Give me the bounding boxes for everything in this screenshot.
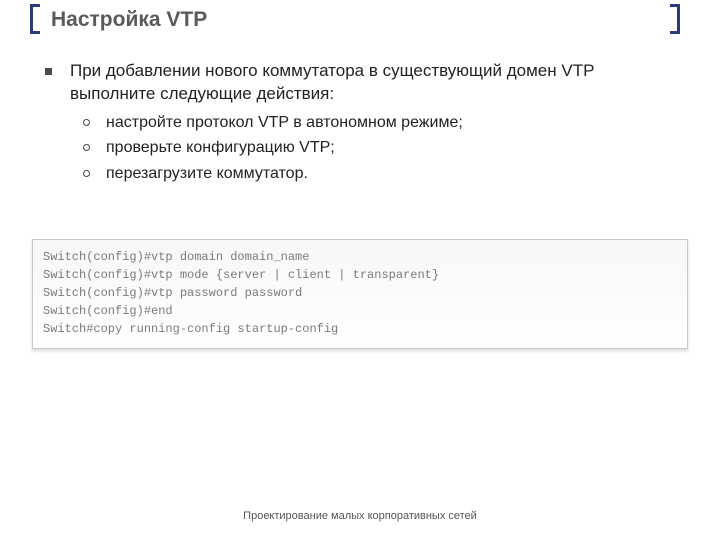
bracket-left-icon [30,4,40,34]
code-line: Switch(config)#vtp password password [43,284,677,302]
code-line: Switch(config)#vtp mode {server | client… [43,266,677,284]
list-item: перезагрузите коммутатор. [83,163,675,185]
code-line: Switch#copy running-config startup-confi… [43,320,677,338]
footer-text: Проектирование малых корпоративных сетей [0,510,720,522]
content-area: При добавлении нового коммутатора в суще… [0,40,720,199]
list-item: проверьте конфигурацию VTP; [83,137,675,159]
main-bullet-text: При добавлении нового коммутатора в суще… [70,60,675,106]
circle-bullet-icon [83,119,90,126]
code-panel: Switch(config)#vtp domain domain_name Sw… [32,239,688,349]
page-title: Настройка VTP [45,8,720,32]
sub-bullet-text: настройте протокол VTP в автономном режи… [106,112,463,134]
sub-bullet-text: перезагрузите коммутатор. [106,163,308,185]
circle-bullet-icon [83,170,90,177]
circle-bullet-icon [83,144,90,151]
list-item: настройте протокол VTP в автономном режи… [83,112,675,134]
sub-bullet-text: проверьте конфигурацию VTP; [106,137,335,159]
slide-header: Настройка VTP [0,0,720,40]
code-line: Switch(config)#end [43,302,677,320]
main-bullet-item: При добавлении нового коммутатора в суще… [45,60,675,106]
square-bullet-icon [45,68,52,75]
code-line: Switch(config)#vtp domain domain_name [43,248,677,266]
sub-bullet-list: настройте протокол VTP в автономном режи… [83,112,675,185]
bracket-right-icon [670,4,680,34]
